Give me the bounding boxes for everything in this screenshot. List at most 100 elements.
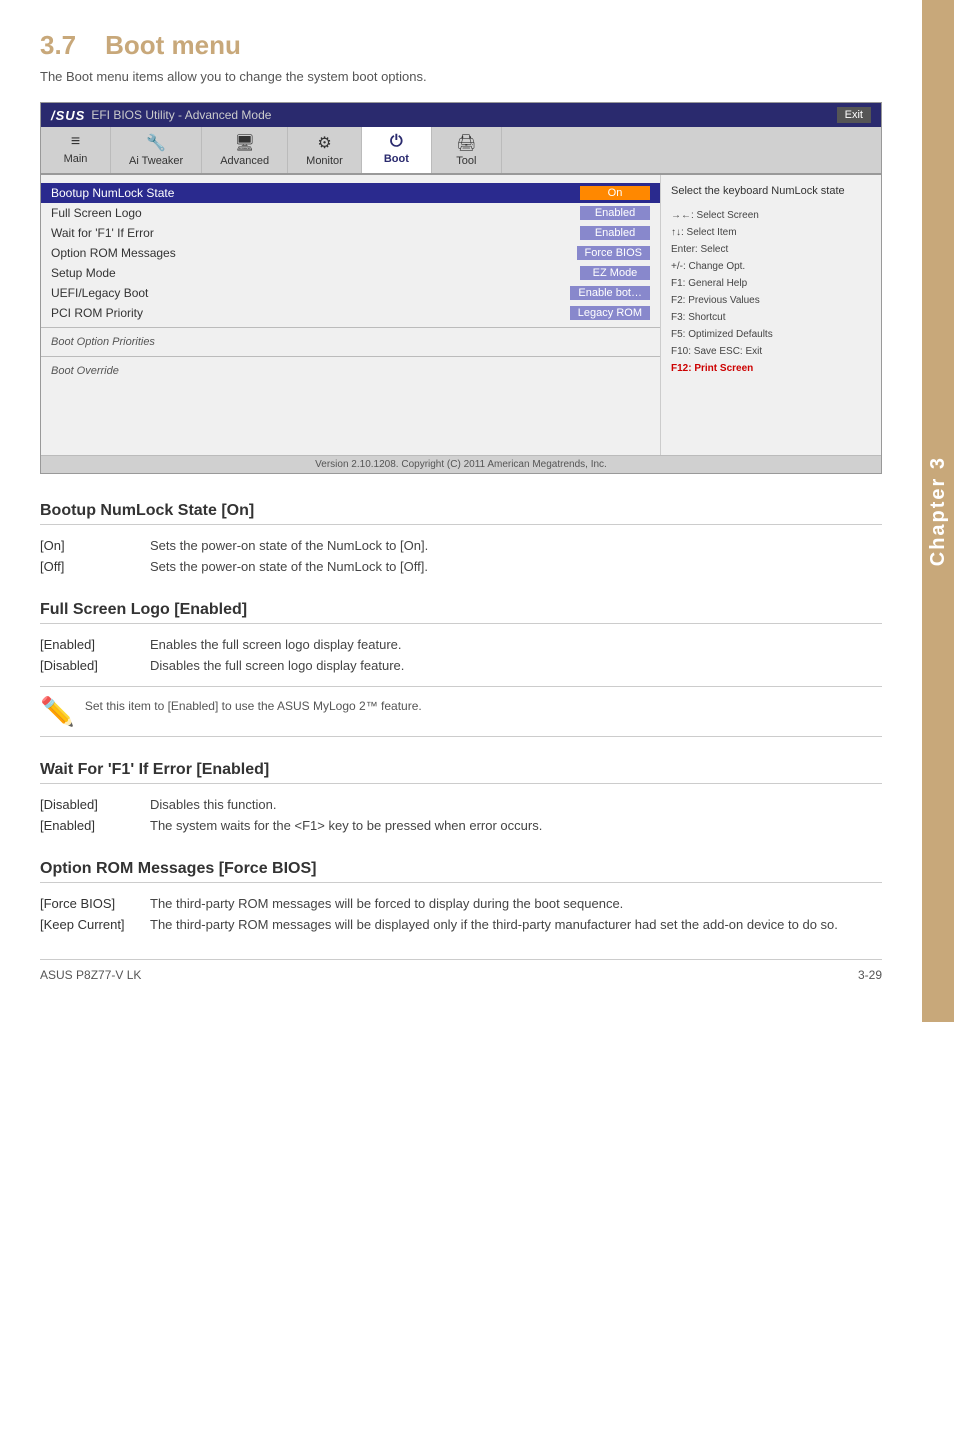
wait-f1-value: Enabled [580,226,650,240]
bios-row-option-rom[interactable]: Option ROM Messages Force BIOS [41,243,660,263]
advanced-icon: 🖥 [235,133,255,153]
option-rom-value: Force BIOS [577,246,650,260]
section-heading: 3.7 Boot menu The Boot menu items allow … [40,30,882,84]
nav-boot[interactable]: ⏻ Boot [362,127,432,173]
key-f5: F5: Optimized Defaults [671,326,871,343]
section-option-rom: Option ROM Messages [Force BIOS] [Force … [40,860,882,935]
table-row: [Disabled] Disables this function. [40,794,882,815]
table-row: [Keep Current] The third-party ROM messa… [40,914,882,935]
desc-enabled: Enables the full screen logo display fea… [150,634,882,655]
bios-mode-label: EFI BIOS Utility - Advanced Mode [91,108,271,122]
main-icon: ≡ [71,133,80,151]
nav-ai-tweaker[interactable]: 🔧 Ai Tweaker [111,127,202,173]
option-rom-label: Option ROM Messages [51,246,577,260]
nav-tool-label: Tool [456,155,476,167]
numlock-label: Bootup NumLock State [51,186,580,200]
desc-disabled: Disables the full screen logo display fe… [150,655,882,676]
key-enter: Enter: Select [671,241,871,258]
table-option-rom: [Force BIOS] The third-party ROM message… [40,893,882,935]
option-disabled: [Disabled] [40,655,150,676]
section-subtitle: The Boot menu items allow you to change … [40,69,882,84]
bios-row-uefi-legacy[interactable]: UEFI/Legacy Boot Enable bot… [41,283,660,303]
bios-row-numlock[interactable]: Bootup NumLock State On [41,183,660,203]
footer-left: ASUS P8Z77-V LK [40,968,141,982]
monitor-icon: ⚙ [317,133,331,153]
setup-mode-value: EZ Mode [580,266,650,280]
table-full-screen-logo: [Enabled] Enables the full screen logo d… [40,634,882,676]
section-full-screen-logo: Full Screen Logo [Enabled] [Enabled] Ena… [40,601,882,737]
footer-right: 3-29 [858,968,882,982]
key-f10: F10: Save ESC: Exit [671,343,871,360]
key-f3: F3: Shortcut [671,309,871,326]
desc-force-bios: The third-party ROM messages will be for… [150,893,882,914]
key-f1: F1: General Help [671,275,871,292]
option-enabled: [Enabled] [40,634,150,655]
key-f2: F2: Previous Values [671,292,871,309]
nav-main[interactable]: ≡ Main [41,127,111,173]
nav-monitor[interactable]: ⚙ Monitor [288,127,362,173]
boot-override-label: Boot Override [41,361,660,381]
option-disabled: [Disabled] [40,794,150,815]
desc-on: Sets the power-on state of the NumLock t… [150,535,882,556]
table-row: [Enabled] The system waits for the <F1> … [40,815,882,836]
full-screen-logo-value: Enabled [580,206,650,220]
note-icon: ✏️ [40,695,75,728]
numlock-value: On [580,186,650,200]
heading-wait-f1: Wait For 'F1' If Error [Enabled] [40,761,882,784]
bios-row-wait-f1[interactable]: Wait for 'F1' If Error Enabled [41,223,660,243]
bios-titlebar: /SUS EFI BIOS Utility - Advanced Mode Ex… [41,103,881,127]
boot-icon: ⏻ [390,133,403,151]
option-keep-current: [Keep Current] [40,914,150,935]
bios-settings-panel: Bootup NumLock State On Full Screen Logo… [41,175,661,455]
table-row: [Off] Sets the power-on state of the Num… [40,556,882,577]
desc-enabled: The system waits for the <F1> key to be … [150,815,882,836]
nav-monitor-label: Monitor [306,155,343,167]
pci-rom-label: PCI ROM Priority [51,306,570,320]
page-footer: ASUS P8Z77-V LK 3-29 [40,959,882,982]
section-title-text: Boot menu [105,30,241,60]
full-screen-logo-label: Full Screen Logo [51,206,580,220]
option-off: [Off] [40,556,150,577]
nav-ai-tweaker-label: Ai Tweaker [129,155,183,167]
boot-option-priorities-label: Boot Option Priorities [41,332,660,352]
asus-logo: /SUS [51,108,85,123]
bios-row-setup-mode[interactable]: Setup Mode EZ Mode [41,263,660,283]
chapter-tab: Chapter 3 [922,0,954,1022]
key-select-screen: →←: Select Screen [671,207,871,224]
desc-keep-current: The third-party ROM messages will be dis… [150,914,882,935]
key-f12: F12: Print Screen [671,360,871,377]
uefi-legacy-label: UEFI/Legacy Boot [51,286,570,300]
key-change-opt: +/-: Change Opt. [671,258,871,275]
table-row: [Disabled] Disables the full screen logo… [40,655,882,676]
heading-bootup-numlock: Bootup NumLock State [On] [40,502,882,525]
section-number: 3.7 [40,30,76,60]
bios-window: /SUS EFI BIOS Utility - Advanced Mode Ex… [40,102,882,474]
setup-mode-label: Setup Mode [51,266,580,280]
bios-help-text: Select the keyboard NumLock state [671,185,871,197]
bios-row-pci-rom[interactable]: PCI ROM Priority Legacy ROM [41,303,660,323]
pci-rom-value: Legacy ROM [570,306,650,320]
option-enabled: [Enabled] [40,815,150,836]
desc-off: Sets the power-on state of the NumLock t… [150,556,882,577]
bios-row-full-screen-logo[interactable]: Full Screen Logo Enabled [41,203,660,223]
nav-advanced[interactable]: 🖥 Advanced [202,127,288,173]
desc-disabled: Disables this function. [150,794,882,815]
table-row: [On] Sets the power-on state of the NumL… [40,535,882,556]
nav-boot-label: Boot [384,153,409,165]
bios-exit-button[interactable]: Exit [837,107,871,123]
nav-advanced-label: Advanced [220,155,269,167]
nav-tool[interactable]: 🖨 Tool [432,127,502,173]
heading-option-rom: Option ROM Messages [Force BIOS] [40,860,882,883]
bios-help-panel: Select the keyboard NumLock state →←: Se… [661,175,881,455]
table-wait-f1: [Disabled] Disables this function. [Enab… [40,794,882,836]
ai-tweaker-icon: 🔧 [146,133,166,153]
bios-body: Bootup NumLock State On Full Screen Logo… [41,175,881,455]
table-row: [Force BIOS] The third-party ROM message… [40,893,882,914]
note-text: Set this item to [Enabled] to use the AS… [85,695,422,713]
table-bootup-numlock: [On] Sets the power-on state of the NumL… [40,535,882,577]
chapter-label: Chapter 3 [927,456,950,566]
bios-key-guide: →←: Select Screen ↑↓: Select Item Enter:… [671,207,871,377]
section-bootup-numlock: Bootup NumLock State [On] [On] Sets the … [40,502,882,577]
option-force-bios: [Force BIOS] [40,893,150,914]
uefi-legacy-value: Enable bot… [570,286,650,300]
